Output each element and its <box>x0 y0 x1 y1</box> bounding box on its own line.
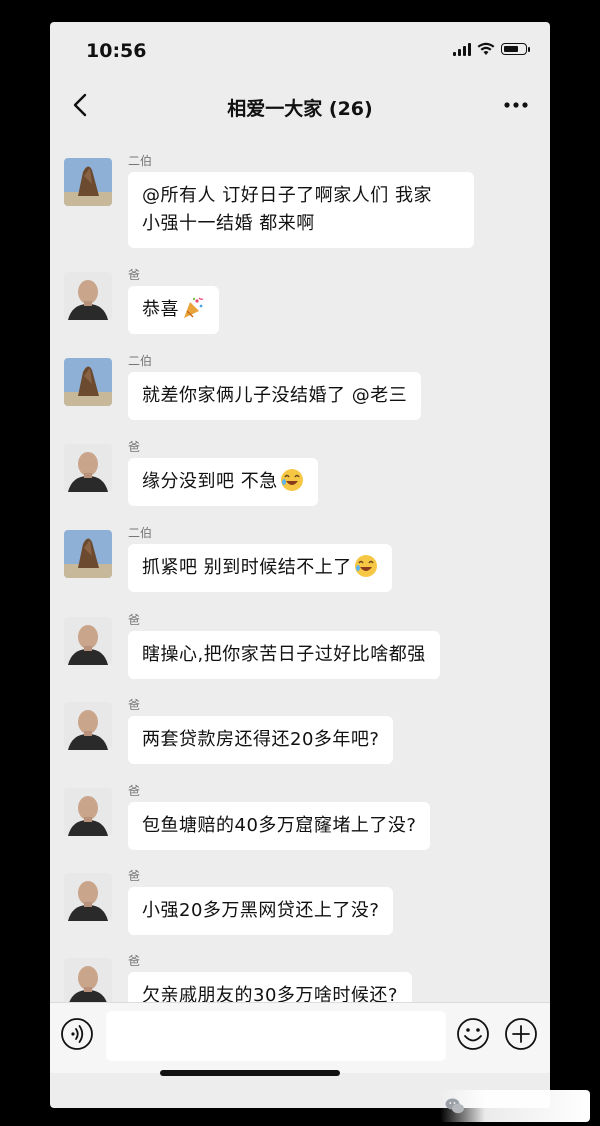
message-bubble[interactable]: 两套贷款房还得还20多年吧? <box>128 716 394 764</box>
message-bubble[interactable]: 瞎操心,把你家苦日子过好比啥都强 <box>128 631 440 679</box>
battery-cap <box>528 46 530 52</box>
input-bar <box>50 1002 550 1073</box>
message-bubble[interactable]: 小强20多万黑网贷还上了没? <box>128 887 394 935</box>
sender-name: 爸 <box>128 440 141 454</box>
laughing-face-icon <box>280 469 303 491</box>
party-popper-icon <box>184 297 204 318</box>
man-avatar[interactable] <box>64 444 112 492</box>
more-options-icon[interactable] <box>502 94 530 116</box>
status-icons <box>453 42 530 56</box>
rock-avatar[interactable] <box>64 530 112 578</box>
man-avatar[interactable] <box>64 702 112 750</box>
voice-icon[interactable] <box>60 1017 94 1051</box>
message-bubble[interactable]: 抓紧吧 别到时候结不上了 <box>128 544 392 592</box>
home-indicator[interactable] <box>160 1070 340 1076</box>
sender-name: 爸 <box>128 954 141 968</box>
wechat-logo-icon <box>445 1098 464 1114</box>
sender-name: 爸 <box>128 784 141 798</box>
man-avatar[interactable] <box>64 272 112 320</box>
sender-name: 二伯 <box>128 354 153 368</box>
sender-name: 爸 <box>128 869 141 883</box>
man-avatar[interactable] <box>64 788 112 836</box>
man-avatar[interactable] <box>64 873 112 921</box>
emoji-icon[interactable] <box>456 1017 490 1051</box>
message-bubble[interactable]: @所有人 订好日子了啊家人们 我家 小强十一结婚 都来啊 <box>128 172 474 248</box>
rock-avatar[interactable] <box>64 358 112 406</box>
status-bar: 10:56 <box>50 22 550 80</box>
message-text: 抓紧吧 别到时候结不上了 <box>142 557 352 578</box>
message-text: 瞎操心,把你家苦日子过好比啥都强 <box>142 644 426 665</box>
chat-title: 相爱一大家 (26) <box>227 98 373 120</box>
message-text: 小强20多万黑网贷还上了没? <box>142 900 380 921</box>
wifi-icon <box>477 42 495 55</box>
message-text: @所有人 订好日子了啊家人们 我家 <box>142 185 432 206</box>
message-list[interactable]: 二伯 @所有人 订好日子了啊家人们 我家 小强十一结婚 都来啊 爸 恭喜 二伯 … <box>50 132 550 1002</box>
plus-icon[interactable] <box>504 1017 538 1051</box>
man-avatar[interactable] <box>64 958 112 1002</box>
status-time: 10:56 <box>86 40 147 62</box>
rock-avatar[interactable] <box>64 158 112 206</box>
message-bubble[interactable]: 恭喜 <box>128 286 219 334</box>
chat-screen: 10:56 相爱一大家 (26) 二伯 @所有人 订好日子了啊家人们 我家 小强… <box>50 22 550 1108</box>
message-bubble[interactable]: 欠亲戚朋友的30多万啥时候还? <box>128 972 412 1002</box>
message-text: 欠亲戚朋友的30多万啥时候还? <box>142 985 398 1002</box>
message-text: 两套贷款房还得还20多年吧? <box>142 729 380 750</box>
message-bubble[interactable]: 缘分没到吧 不急 <box>128 458 318 506</box>
message-text: 包鱼塘赔的40多万窟窿堵上了没? <box>142 815 417 836</box>
laughing-face-icon <box>354 555 377 577</box>
signal-icon <box>453 42 471 56</box>
message-input[interactable] <box>106 1011 446 1061</box>
message-bubble[interactable]: 包鱼塘赔的40多万窟窿堵上了没? <box>128 802 431 850</box>
sender-name: 二伯 <box>128 154 153 168</box>
message-bubble[interactable]: 就差你家俩儿子没结婚了 @老三 <box>128 372 422 420</box>
message-text: 就差你家俩儿子没结婚了 @老三 <box>142 385 408 406</box>
nav-bar: 相爱一大家 (26) <box>50 80 550 132</box>
sender-name: 爸 <box>128 268 141 282</box>
sender-name: 二伯 <box>128 526 153 540</box>
battery-icon <box>501 43 527 55</box>
sender-name: 爸 <box>128 613 141 627</box>
message-text: 缘分没到吧 不急 <box>142 471 278 492</box>
man-avatar[interactable] <box>64 617 112 665</box>
message-text: 小强十一结婚 都来啊 <box>142 213 315 234</box>
sender-name: 爸 <box>128 698 141 712</box>
message-text: 恭喜 <box>142 299 179 320</box>
